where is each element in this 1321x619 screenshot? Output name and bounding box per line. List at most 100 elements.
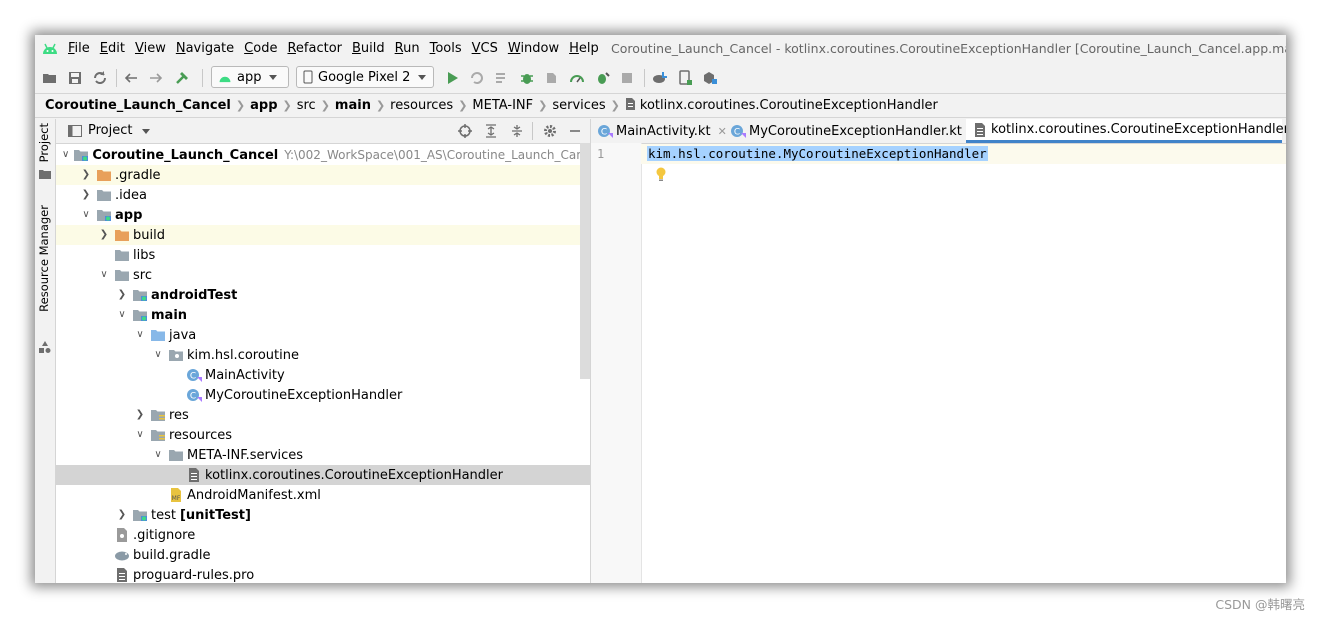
gear-icon[interactable] xyxy=(543,124,557,138)
run-config-dropdown[interactable]: app xyxy=(211,66,289,88)
locate-icon[interactable] xyxy=(458,124,472,138)
chevron-down-icon[interactable]: ∨ xyxy=(62,149,69,161)
chevron-down-icon[interactable]: ∨ xyxy=(134,329,146,341)
build-hammer-icon[interactable] xyxy=(174,70,190,86)
tree-item[interactable]: ❯ res xyxy=(56,405,590,425)
run-icon[interactable] xyxy=(444,70,460,86)
resource-folder-icon xyxy=(150,408,166,422)
project-tool-button[interactable]: Project xyxy=(37,123,51,162)
stop-icon[interactable] xyxy=(619,70,635,86)
chevron-right-icon[interactable]: ❯ xyxy=(116,289,128,301)
apply-changes-icon[interactable] xyxy=(469,70,485,86)
profiler-icon[interactable] xyxy=(569,70,585,86)
code-line[interactable]: kim.hsl.coroutine.MyCoroutineExceptionHa… xyxy=(647,146,988,161)
menu-item-label: ode xyxy=(253,41,278,56)
editor-tab[interactable]: C MainActivity.kt ✕ xyxy=(591,119,727,143)
open-folder-icon[interactable] xyxy=(42,70,58,86)
expand-all-icon[interactable] xyxy=(484,124,498,138)
menu-item[interactable]: VCS xyxy=(472,41,498,56)
attach-debugger-icon[interactable] xyxy=(594,70,610,86)
breadcrumb-item[interactable]: Coroutine_Launch_Cancel xyxy=(45,98,231,113)
tree-item[interactable]: ∨ src xyxy=(56,265,590,285)
editor-tab[interactable]: kotlinx.coroutines.CoroutineExceptionHan… xyxy=(966,119,1286,143)
menu-item[interactable]: Build xyxy=(352,41,385,56)
phone-icon xyxy=(303,70,313,84)
menu-item[interactable]: Run xyxy=(395,41,420,56)
sdk-manager-icon[interactable] xyxy=(702,70,718,86)
collapse-all-icon[interactable] xyxy=(510,124,524,138)
breadcrumb-item[interactable]: services xyxy=(552,98,605,113)
menu-item[interactable]: File xyxy=(68,41,90,56)
menu-item[interactable]: Refactor xyxy=(287,41,342,56)
scrollbar-thumb[interactable] xyxy=(580,143,590,379)
tree-item[interactable]: ❯ .idea xyxy=(56,185,590,205)
tree-item[interactable]: ❯ androidTest xyxy=(56,285,590,305)
tree-item[interactable]: ∨ Coroutine_Launch_Cancel Y:\002_WorkSpace… xyxy=(56,145,601,165)
chevron-right-icon[interactable]: ❯ xyxy=(134,409,146,421)
chevron-right-icon[interactable]: ❯ xyxy=(98,229,110,241)
tree-item[interactable]: ∨ app xyxy=(56,205,590,225)
menu-item[interactable]: Edit xyxy=(100,41,125,56)
editor-tab[interactable]: CMyCoroutineExceptionHandler.kt✕ xyxy=(724,119,978,143)
chevron-right-icon[interactable]: ❯ xyxy=(80,189,92,201)
tree-item[interactable]: ∨ kim.hsl.coroutine xyxy=(56,345,590,365)
android-icon xyxy=(219,76,231,82)
tree-item-suffix: [unitTest] xyxy=(179,507,251,523)
chevron-down-icon[interactable]: ∨ xyxy=(152,349,164,361)
back-arrow-icon[interactable] xyxy=(123,70,139,86)
breadcrumb-item[interactable]: app xyxy=(250,98,277,113)
resource-manager-tool-button[interactable]: Resource Manager xyxy=(37,205,51,312)
project-view-title[interactable]: Project xyxy=(88,123,132,138)
menu-item[interactable]: Window xyxy=(508,41,559,56)
device-dropdown[interactable]: Google Pixel 2 xyxy=(296,66,434,88)
tree-item[interactable]: C MainActivity xyxy=(56,365,590,385)
sync-icon[interactable] xyxy=(92,70,108,86)
breadcrumb-item[interactable]: kotlinx.coroutines.CoroutineExceptionHan… xyxy=(640,98,938,113)
sync-gradle-icon[interactable] xyxy=(652,70,668,86)
debug-bug-icon[interactable] xyxy=(519,70,535,86)
save-all-icon[interactable] xyxy=(67,70,83,86)
chevron-down-icon[interactable]: ∨ xyxy=(80,209,92,221)
breadcrumb-item[interactable]: META-INF xyxy=(472,98,533,113)
menu-item-mnemonic: C xyxy=(244,41,254,56)
device-manager-icon[interactable] xyxy=(677,70,693,86)
menu-item[interactable]: Code xyxy=(244,41,277,56)
tree-item[interactable]: proguard-rules.pro xyxy=(56,565,590,583)
tree-item[interactable]: libs xyxy=(56,245,590,265)
menu-item[interactable]: View xyxy=(135,41,166,56)
breadcrumb-item[interactable]: src xyxy=(297,98,316,113)
menu-item[interactable]: Tools xyxy=(430,41,462,56)
chevron-down-icon[interactable]: ∨ xyxy=(152,449,164,461)
menu-item-label: indow xyxy=(520,41,560,56)
tree-item[interactable]: ∨ META-INF.services xyxy=(56,445,590,465)
run-config-label: app xyxy=(237,69,262,85)
tree-item[interactable]: ∨ resources xyxy=(56,425,590,445)
tree-item[interactable]: MF AndroidManifest.xml xyxy=(56,485,590,505)
tree-item-label: build xyxy=(133,227,165,243)
tree-item[interactable]: ❯ .gradle xyxy=(56,165,590,185)
breadcrumb-item[interactable]: main xyxy=(335,98,371,113)
coverage-icon[interactable] xyxy=(544,70,560,86)
chevron-right-icon[interactable]: ❯ xyxy=(80,169,92,181)
tree-item[interactable]: kotlinx.coroutines.CoroutineExceptionHan… xyxy=(56,465,590,485)
chevron-right-icon[interactable]: ❯ xyxy=(116,509,128,521)
menu-item[interactable]: Help xyxy=(569,41,599,56)
tree-item-label: .idea xyxy=(115,187,147,203)
chevron-down-icon[interactable]: ∨ xyxy=(134,429,146,441)
breadcrumb-item[interactable]: resources xyxy=(390,98,453,113)
minimize-icon[interactable] xyxy=(568,124,582,138)
chevron-down-icon[interactable]: ∨ xyxy=(98,269,110,281)
tree-item[interactable]: C MyCoroutineExceptionHandler xyxy=(56,385,590,405)
chevron-down-icon[interactable]: ∨ xyxy=(116,309,128,321)
tree-item[interactable]: ∨ java xyxy=(56,325,590,345)
forward-arrow-icon[interactable] xyxy=(148,70,164,86)
tree-item[interactable]: ❯ test [unitTest] xyxy=(56,505,590,525)
tree-item[interactable]: ∨ main xyxy=(56,305,590,325)
tree-item[interactable]: .gitignore xyxy=(56,525,590,545)
apply-code-changes-icon[interactable] xyxy=(494,70,510,86)
tree-item[interactable]: build.gradle xyxy=(56,545,590,565)
menu-item[interactable]: Navigate xyxy=(176,41,234,56)
lightbulb-icon[interactable] xyxy=(655,167,667,181)
chevron-down-icon[interactable] xyxy=(142,129,150,134)
tree-item[interactable]: ❯ build xyxy=(56,225,590,245)
